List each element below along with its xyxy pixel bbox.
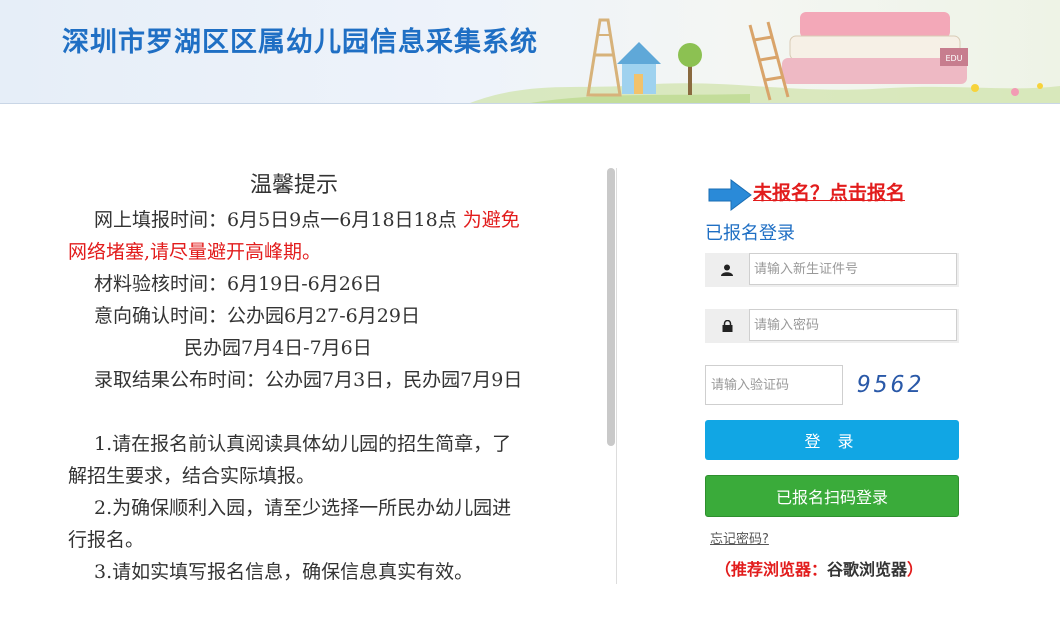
notice-item-3: 3.请如实填写报名信息，确保信息真实有效。 — [94, 561, 474, 583]
scan-login-button[interactable]: 已报名扫码登录 — [705, 475, 959, 517]
id-field-row — [705, 253, 959, 287]
password-input[interactable] — [749, 309, 957, 341]
notice-paragraph-confirm-time: 意向确认时间：公办园6月27-6月29日 — [94, 305, 420, 327]
notice-paragraph-submit-time: 网上填报时间：6月5日9点一6月18日18点 为避免网络堵塞,请尽量避开高峰期。 — [68, 204, 528, 268]
captcha-image[interactable]: 9562 — [857, 366, 929, 404]
house-icon — [617, 42, 661, 94]
page-header: 深圳市罗湖区区属幼儿园信息采集系统 EDU — [0, 0, 1060, 104]
login-section-title: 已报名登录 — [705, 223, 795, 244]
notice-item-2: 2.为确保顺利入园，请至少选择一所民办幼儿园进行报名。 — [68, 497, 512, 551]
browser-recommendation: （推荐浏览器：谷歌浏览器） — [715, 556, 923, 580]
notice-scrollbar[interactable] — [607, 168, 617, 584]
user-icon — [705, 253, 749, 287]
lock-icon — [705, 309, 749, 343]
book-label: EDU — [945, 54, 962, 63]
notice-item-1: 1.请在报名前认真阅读具体幼儿园的招生简章，了解招生要求，结合实际填报。 — [68, 433, 512, 487]
browser-label: 推荐浏览器： — [731, 560, 828, 579]
browser-paren-open: （ — [715, 560, 732, 579]
books-stack-icon: EDU — [782, 12, 968, 84]
header-illustration: EDU — [470, 12, 1060, 103]
forgot-password-link[interactable]: 忘记密码? — [710, 528, 769, 547]
notice-title: 温馨提示 — [249, 173, 338, 198]
notice-spacer — [68, 396, 528, 428]
system-title: 深圳市罗湖区区属幼儿园信息采集系统 — [62, 27, 538, 58]
student-id-input[interactable] — [749, 253, 957, 285]
password-field-row — [705, 309, 959, 343]
captcha-input[interactable] — [705, 365, 843, 405]
submit-time-text: 网上填报时间：6月5日9点一6月18日18点 — [94, 209, 463, 231]
browser-paren-close: ） — [907, 560, 924, 579]
register-link[interactable]: 未报名？点击报名 — [753, 178, 905, 205]
browser-value: 谷歌浏览器 — [827, 560, 908, 579]
login-button[interactable]: 登 录 — [705, 420, 959, 460]
eiffel-tower-icon — [586, 18, 622, 97]
notice-paragraph-private-confirm: 民办园7月4日-7月6日 — [184, 337, 372, 359]
arrow-right-icon — [708, 179, 752, 211]
notice-panel: 温馨提示 网上填报时间：6月5日9点一6月18日18点 为避免网络堵塞,请尽量避… — [68, 168, 606, 598]
register-link-row[interactable]: 未报名？点击报名 — [705, 172, 965, 212]
notice-paragraph-verify-time: 材料验核时间：6月19日-6月26日 — [94, 273, 382, 295]
scrollbar-thumb[interactable] — [607, 168, 615, 446]
notice-paragraph-result-time: 录取结果公布时间：公办园7月3日，民办园7月9日 — [94, 369, 523, 391]
